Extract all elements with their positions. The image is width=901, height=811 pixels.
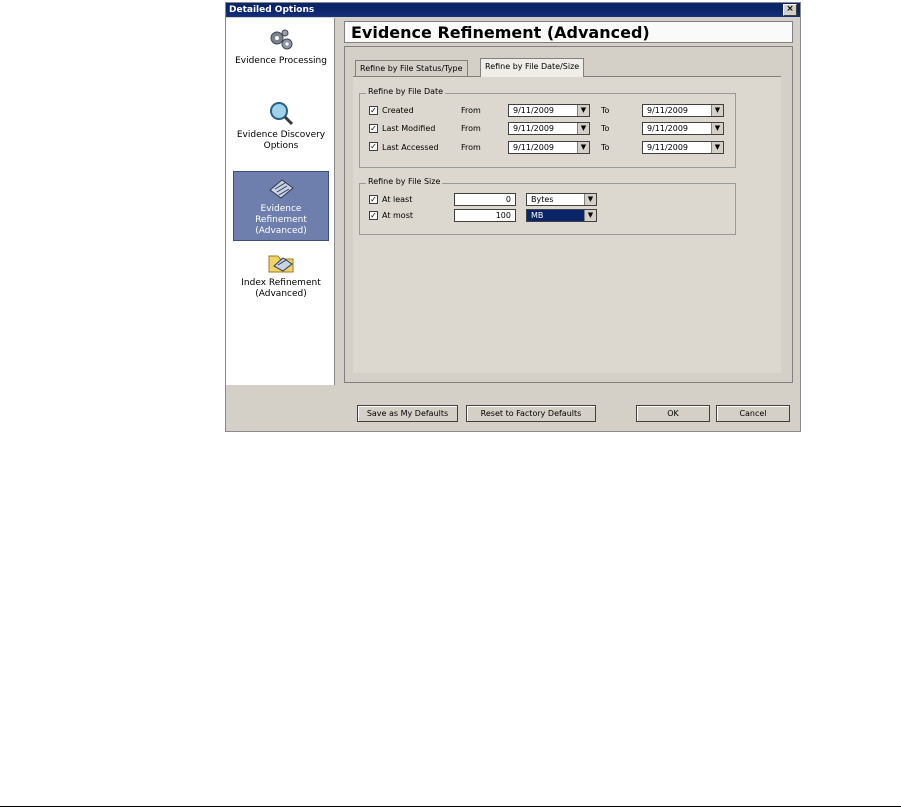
unit-value: MB [531,211,544,220]
at-most-checkbox[interactable]: ✓ [369,211,378,220]
reset-to-factory-defaults-button[interactable]: Reset to Factory Defaults [466,405,596,422]
window-title: Detailed Options [229,5,315,15]
tab-refine-by-file-date-size[interactable]: Refine by File Date/Size [480,58,585,77]
evidence-refinement-icon [269,179,294,199]
chevron-down-icon[interactable]: ▼ [711,105,723,116]
at-most-label: At most [382,211,414,220]
from-label: From [461,106,481,115]
sidebar-item-evidence-discovery[interactable]: Evidence Discovery Options [233,100,329,170]
close-button[interactable]: × [783,4,797,16]
chevron-down-icon[interactable]: ▼ [577,105,589,116]
chevron-down-icon[interactable]: ▼ [577,123,589,134]
unit-value: Bytes [531,195,554,204]
created-checkbox[interactable]: ✓ [369,106,378,115]
from-label: From [461,143,481,152]
date-value: 9/11/2009 [513,124,555,133]
options-panel: Refine by File Status/Type Refine by Fil… [344,46,793,383]
group-label: Refine by File Date [366,87,446,96]
at-least-size-input[interactable]: 0 [454,193,516,206]
from-label: From [461,124,481,133]
last-accessed-from-date[interactable]: 9/11/2009 ▼ [508,141,590,154]
sidebar-item-label: Evidence Refinement (Advanced) [255,204,307,236]
date-value: 9/11/2009 [647,124,689,133]
detailed-options-dialog: Detailed Options × Evidence Processing E… [225,2,801,432]
chevron-down-icon[interactable]: ▼ [584,194,596,205]
at-most-size-input[interactable]: 100 [454,209,516,222]
close-icon: × [786,4,794,14]
refine-by-file-date-group: Refine by File Date ✓ Created From 9/11/… [359,87,736,168]
tab-content: Refine by File Date ✓ Created From 9/11/… [353,77,781,373]
group-label: Refine by File Size [366,177,443,186]
last-accessed-to-date[interactable]: 9/11/2009 ▼ [642,141,724,154]
date-value: 9/11/2009 [647,106,689,115]
at-least-label: At least [382,195,413,204]
sidebar-item-index-refinement[interactable]: Index Refinement (Advanced) [233,250,329,320]
chevron-down-icon[interactable]: ▼ [711,142,723,153]
refine-by-file-size-group: Refine by File Size ✓ At least 0 Bytes ▼… [359,177,736,235]
last-modified-to-date[interactable]: 9/11/2009 ▼ [642,122,724,135]
at-most-unit-select[interactable]: MB ▼ [526,209,597,222]
at-least-unit-select[interactable]: Bytes ▼ [526,193,597,206]
last-modified-label: Last Modified [382,124,436,133]
magnifier-icon [270,102,294,126]
to-label: To [601,106,610,115]
ok-button[interactable]: OK [636,405,710,422]
sidebar-item-label: Index Refinement (Advanced) [241,278,321,299]
sidebar-item-evidence-processing[interactable]: Evidence Processing [233,28,329,98]
created-to-date[interactable]: 9/11/2009 ▼ [642,104,724,117]
date-value: 9/11/2009 [647,143,689,152]
last-modified-from-date[interactable]: 9/11/2009 ▼ [508,122,590,135]
index-refinement-icon [268,255,294,273]
at-least-checkbox[interactable]: ✓ [369,195,378,204]
tab-refine-by-file-status-type[interactable]: Refine by File Status/Type [355,60,468,76]
created-from-date[interactable]: 9/11/2009 ▼ [508,104,590,117]
options-sidebar: Evidence Processing Evidence Discovery O… [226,18,335,385]
sidebar-item-label: Evidence Processing [235,56,327,66]
page-title: Evidence Refinement (Advanced) [344,21,793,43]
save-as-my-defaults-button[interactable]: Save as My Defaults [357,405,458,422]
date-value: 9/11/2009 [513,143,555,152]
to-label: To [601,143,610,152]
to-label: To [601,124,610,133]
last-modified-checkbox[interactable]: ✓ [369,124,378,133]
last-accessed-checkbox[interactable]: ✓ [369,142,378,151]
cancel-button[interactable]: Cancel [716,405,790,422]
gears-icon [270,29,293,50]
sidebar-item-label: Evidence Discovery Options [236,130,326,151]
page-bottom-rule [0,806,901,807]
chevron-down-icon[interactable]: ▼ [711,123,723,134]
chevron-down-icon[interactable]: ▼ [577,142,589,153]
sidebar-item-evidence-refinement[interactable]: Evidence Refinement (Advanced) [233,171,329,241]
title-bar: Detailed Options × [226,3,800,17]
date-value: 9/11/2009 [513,106,555,115]
last-accessed-label: Last Accessed [382,143,439,152]
chevron-down-icon[interactable]: ▼ [584,210,596,221]
created-label: Created [382,106,414,115]
